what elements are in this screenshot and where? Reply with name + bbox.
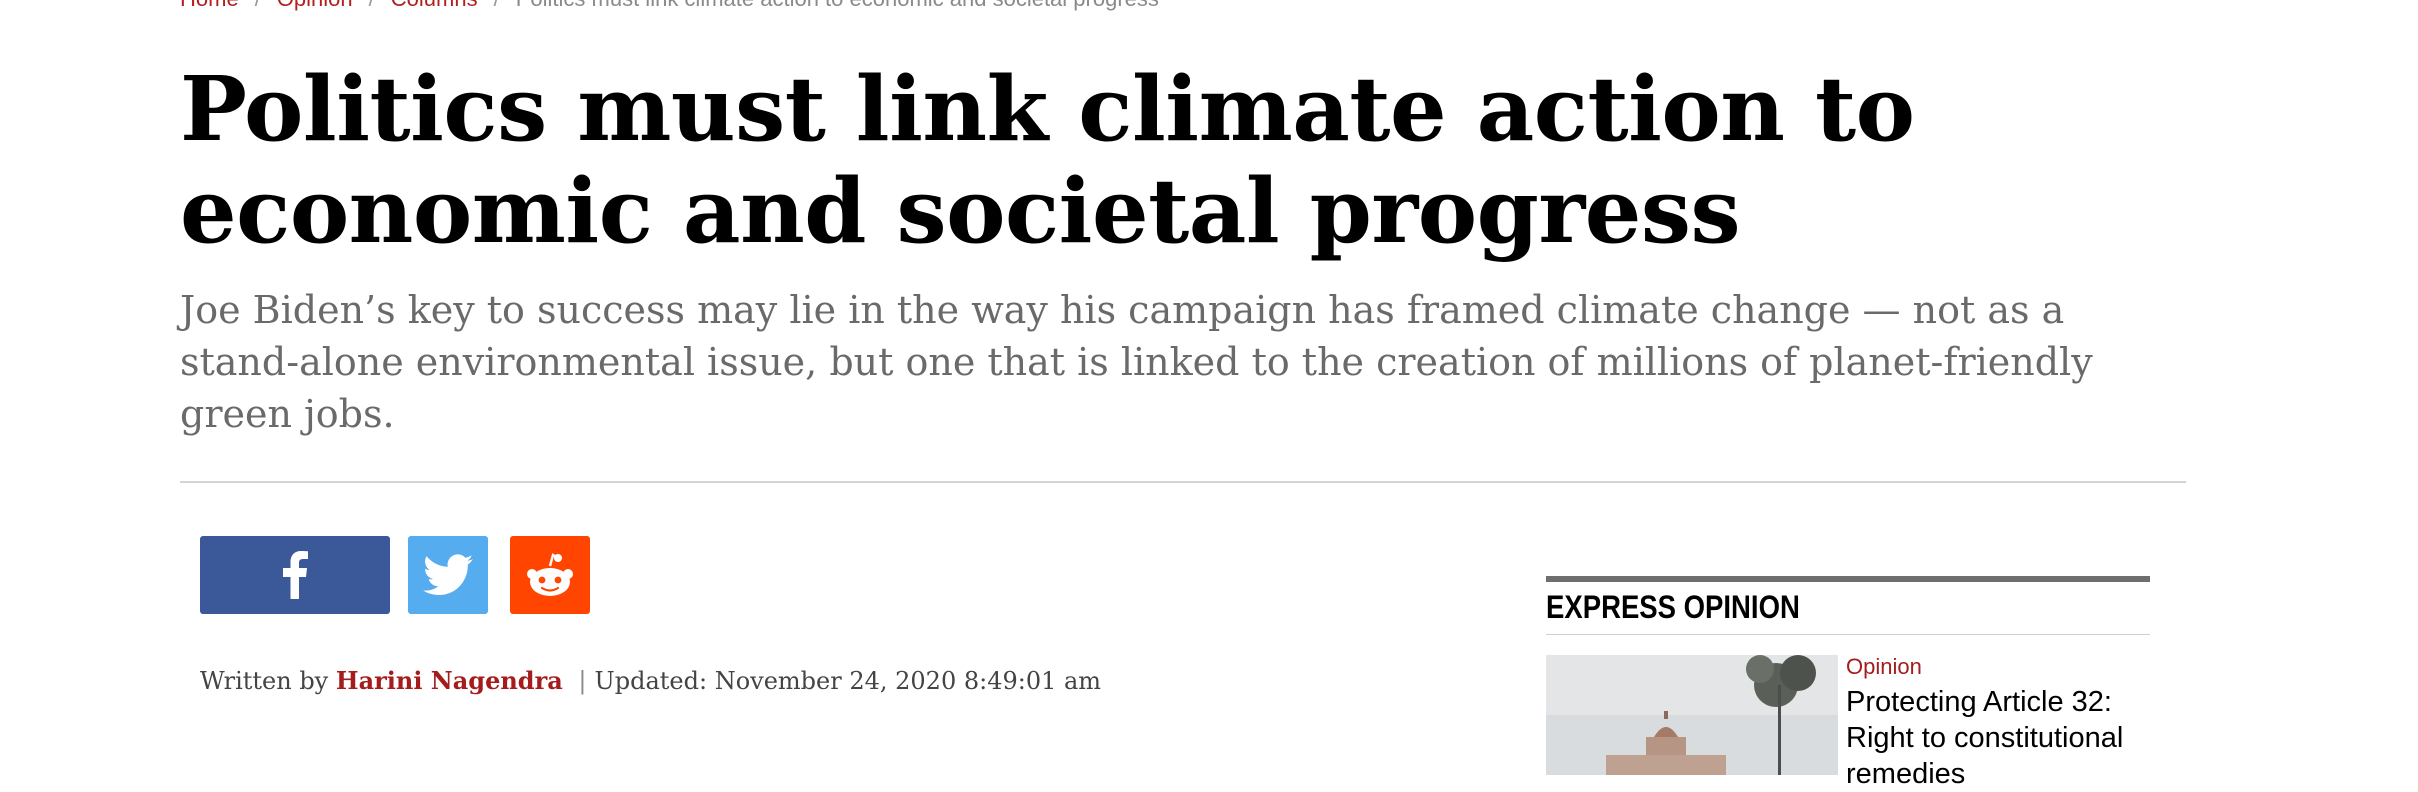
twitter-icon bbox=[423, 554, 473, 596]
facebook-share-button[interactable] bbox=[200, 536, 390, 614]
breadcrumb-current-page: Politics must link climate action to eco… bbox=[516, 0, 1159, 11]
breadcrumb-separator: / bbox=[255, 0, 261, 11]
twitter-share-button[interactable] bbox=[408, 536, 488, 614]
sidebar-section-title: EXPRESS OPINION bbox=[1546, 589, 1800, 625]
reddit-share-button[interactable] bbox=[510, 536, 590, 614]
breadcrumb-home-link[interactable]: Home bbox=[180, 0, 239, 11]
updated-label: Updated: bbox=[594, 667, 708, 695]
written-by-label: Written by bbox=[200, 667, 329, 695]
article-standfirst: Joe Biden’s key to success may lie in th… bbox=[180, 288, 2093, 436]
breadcrumb-opinion-link[interactable]: Opinion bbox=[277, 0, 353, 11]
breadcrumb-separator: / bbox=[494, 0, 500, 11]
facebook-icon bbox=[282, 551, 308, 599]
article-headline: Politics must link climate action to eco… bbox=[180, 56, 1915, 263]
breadcrumb-separator: / bbox=[369, 0, 375, 11]
supreme-court-photo bbox=[1546, 655, 1838, 775]
updated-timestamp: November 24, 2020 8:49:01 am bbox=[714, 667, 1102, 695]
author-link[interactable]: Harini Nagendra bbox=[336, 666, 563, 695]
article-byline: Written by Harini Nagendra | Updated: Nov… bbox=[200, 666, 1101, 695]
header-divider bbox=[180, 481, 2186, 483]
opinion-card-title[interactable]: Protecting Article 32: Right to constitu… bbox=[1846, 684, 2146, 792]
opinion-card-thumbnail[interactable] bbox=[1546, 655, 1838, 775]
sidebar-top-rule bbox=[1546, 576, 2150, 582]
breadcrumb-columns-link[interactable]: Columns bbox=[391, 0, 478, 11]
byline-separator: | bbox=[578, 667, 587, 695]
opinion-card-category[interactable]: Opinion bbox=[1846, 654, 1922, 680]
breadcrumb: Home / Opinion / Columns / Politics must link … bbox=[180, 0, 1159, 11]
sidebar-title-underline bbox=[1546, 634, 2150, 635]
reddit-icon bbox=[524, 552, 576, 598]
